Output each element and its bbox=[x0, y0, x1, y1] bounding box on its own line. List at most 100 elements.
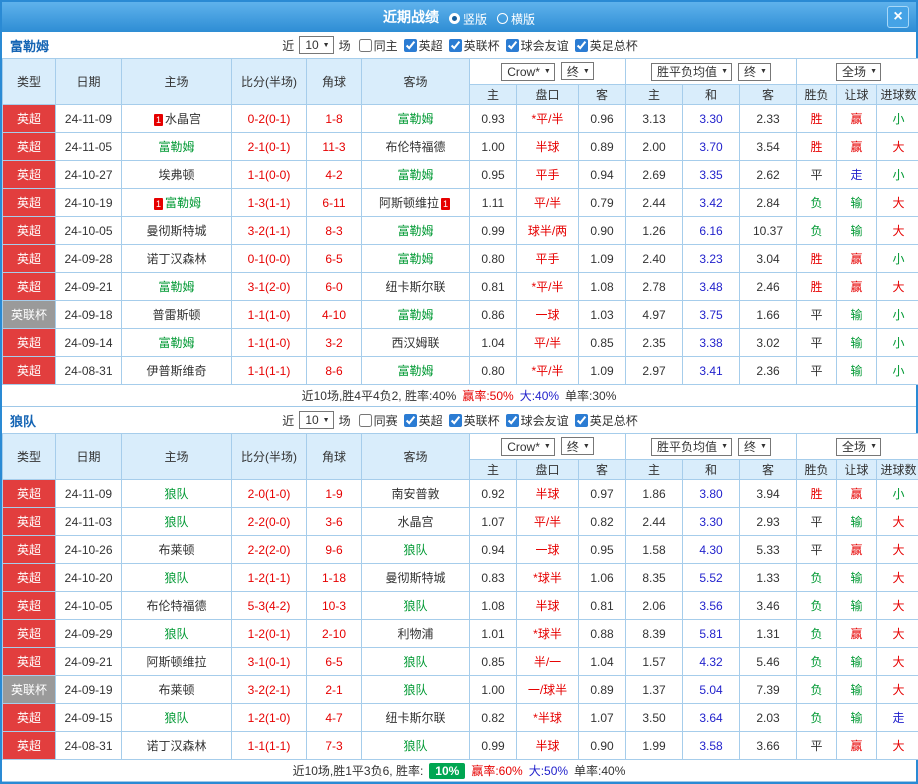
filter-checkbox-input[interactable] bbox=[449, 414, 462, 427]
chevron-down-icon: ▼ bbox=[583, 68, 590, 75]
euro-home-odds-cell: 4.97 bbox=[626, 301, 683, 329]
filter-checkbox-label[interactable]: 英超 bbox=[419, 37, 443, 54]
section-summary: 近10场,胜1平3负6, 胜率:10%赢率:60%大:50%单率:40% bbox=[2, 760, 916, 782]
filter-checkbox-label[interactable]: 英足总杯 bbox=[590, 412, 638, 429]
league-badge: 英超 bbox=[3, 217, 56, 245]
result-cell: 负 bbox=[797, 592, 837, 620]
home-team-cell: 诺丁汉森林 bbox=[122, 732, 232, 760]
away-odds-cell: 1.04 bbox=[579, 648, 626, 676]
recent-label: 近 bbox=[282, 412, 294, 429]
horizontal-layout-radio[interactable] bbox=[497, 13, 508, 24]
europe-time-select[interactable]: 终▼ bbox=[738, 438, 771, 456]
goals-result-cell: 大 bbox=[877, 676, 918, 704]
away-team-name: 利物浦 bbox=[397, 627, 433, 641]
column-header: 比分(半场) bbox=[232, 59, 307, 105]
recent-count-select[interactable]: 10▼ bbox=[299, 411, 333, 429]
euro-away-odds-cell: 1.31 bbox=[740, 620, 797, 648]
filter-checkbox-input[interactable] bbox=[575, 414, 588, 427]
filter-checkbox-label[interactable]: 同主 bbox=[374, 37, 398, 54]
filter-checkbox-label[interactable]: 英联杯 bbox=[464, 412, 500, 429]
match-scope-select[interactable]: 全场▼ bbox=[836, 63, 881, 81]
close-button[interactable]: × bbox=[887, 6, 909, 28]
euro-home-odds-cell: 1.58 bbox=[626, 536, 683, 564]
dropdown-value: 胜平负均值 bbox=[657, 63, 717, 80]
filter-checkbox-2[interactable]: 英联杯 bbox=[449, 412, 500, 429]
vertical-layout-radio[interactable] bbox=[449, 13, 460, 24]
filter-checkbox-input[interactable] bbox=[449, 39, 462, 52]
result-cell: 平 bbox=[797, 161, 837, 189]
odds-time-select[interactable]: 终▼ bbox=[561, 62, 594, 80]
recent-count-value: 10 bbox=[305, 413, 318, 427]
summary-segment: 单率:40% bbox=[574, 762, 625, 779]
date-cell: 24-11-05 bbox=[56, 133, 122, 161]
away-team-cell: 狼队 bbox=[362, 676, 470, 704]
filter-checkbox-label[interactable]: 英足总杯 bbox=[590, 37, 638, 54]
sub-column-header: 盘口 bbox=[517, 460, 579, 480]
match-scope-select[interactable]: 全场▼ bbox=[836, 438, 881, 456]
handicap-cell: 球半/两 bbox=[517, 217, 579, 245]
filter-checkbox-label[interactable]: 英联杯 bbox=[464, 37, 500, 54]
vertical-layout-label[interactable]: 竖版 bbox=[463, 12, 487, 26]
odds-company-select[interactable]: Crow*▼ bbox=[501, 63, 555, 81]
filter-checkbox-4[interactable]: 英足总杯 bbox=[575, 37, 638, 54]
filter-checkbox-input[interactable] bbox=[404, 414, 417, 427]
filter-checkbox-input[interactable] bbox=[506, 39, 519, 52]
handicap-cell: 平手 bbox=[517, 161, 579, 189]
filter-checkbox-label[interactable]: 球会友谊 bbox=[521, 412, 569, 429]
europe-time-select[interactable]: 终▼ bbox=[738, 63, 771, 81]
filter-checkbox-2[interactable]: 英联杯 bbox=[449, 37, 500, 54]
filter-checkbox-4[interactable]: 英足总杯 bbox=[575, 412, 638, 429]
result-cell: 胜 bbox=[797, 105, 837, 133]
filter-checkbox-label[interactable]: 同赛 bbox=[374, 412, 398, 429]
filter-checkbox-input[interactable] bbox=[404, 39, 417, 52]
goals-result-cell: 大 bbox=[877, 133, 918, 161]
goals-result-cell: 小 bbox=[877, 245, 918, 273]
home-team-name: 富勒姆 bbox=[158, 336, 194, 350]
summary-segment: 10% bbox=[429, 763, 465, 779]
filter-checkbox-input[interactable] bbox=[359, 39, 372, 52]
header-dropdowns: Crow*▼ 终▼ bbox=[470, 434, 626, 460]
filter-checkbox-input[interactable] bbox=[506, 414, 519, 427]
league-badge: 英超 bbox=[3, 620, 56, 648]
table-row: 英联杯24-09-19布莱顿3-2(2-1)2-1狼队1.00一/球半0.891… bbox=[3, 676, 918, 704]
filter-checkbox-label[interactable]: 球会友谊 bbox=[521, 37, 569, 54]
filter-controls: 近10▼场同主英超英联杯球会友谊英足总杯 bbox=[280, 36, 637, 54]
sub-column-header: 盘口 bbox=[517, 85, 579, 105]
table-row: 英超24-10-26布莱顿2-2(2-0)9-6狼队0.94一球0.951.58… bbox=[3, 536, 918, 564]
filter-checkbox-input[interactable] bbox=[359, 414, 372, 427]
filter-checkbox-3[interactable]: 球会友谊 bbox=[506, 412, 569, 429]
recent-count-select[interactable]: 10▼ bbox=[299, 36, 333, 54]
column-header: 角球 bbox=[307, 59, 362, 105]
europe-odds-select[interactable]: 胜平负均值▼ bbox=[651, 63, 732, 81]
home-odds-cell: 0.85 bbox=[470, 648, 517, 676]
euro-home-odds-cell: 8.39 bbox=[626, 620, 683, 648]
filter-checkbox-3[interactable]: 球会友谊 bbox=[506, 37, 569, 54]
goals-result-cell: 小 bbox=[877, 357, 918, 385]
filter-checkbox-1[interactable]: 英超 bbox=[404, 37, 443, 54]
home-team-cell: 诺丁汉森林 bbox=[122, 245, 232, 273]
filter-checkbox-0[interactable]: 同主 bbox=[359, 37, 398, 54]
handicap-cell: *平/半 bbox=[517, 105, 579, 133]
goals-result-cell: 大 bbox=[877, 648, 918, 676]
odds-time-select[interactable]: 终▼ bbox=[561, 437, 594, 455]
result-cell: 平 bbox=[797, 357, 837, 385]
games-label: 场 bbox=[339, 37, 351, 54]
home-team-cell: 1水晶宫 bbox=[122, 105, 232, 133]
europe-odds-select[interactable]: 胜平负均值▼ bbox=[651, 438, 732, 456]
handicap-cell: *半球 bbox=[517, 704, 579, 732]
filter-checkbox-label[interactable]: 英超 bbox=[419, 412, 443, 429]
odds-company-select[interactable]: Crow*▼ bbox=[501, 438, 555, 456]
euro-home-odds-cell: 1.37 bbox=[626, 676, 683, 704]
home-odds-cell: 0.95 bbox=[470, 161, 517, 189]
filter-checkbox-0[interactable]: 同赛 bbox=[359, 412, 398, 429]
filter-checkbox-1[interactable]: 英超 bbox=[404, 412, 443, 429]
league-badge: 英联杯 bbox=[3, 676, 56, 704]
horizontal-layout-label[interactable]: 横版 bbox=[511, 12, 535, 26]
sub-column-header: 客 bbox=[579, 460, 626, 480]
result-cell: 负 bbox=[797, 564, 837, 592]
corner-cell: 6-0 bbox=[307, 273, 362, 301]
score-cell: 1-1(0-0) bbox=[232, 161, 307, 189]
summary-segment: 大:40% bbox=[520, 387, 559, 404]
euro-draw-odds-cell: 3.70 bbox=[683, 133, 740, 161]
filter-checkbox-input[interactable] bbox=[575, 39, 588, 52]
